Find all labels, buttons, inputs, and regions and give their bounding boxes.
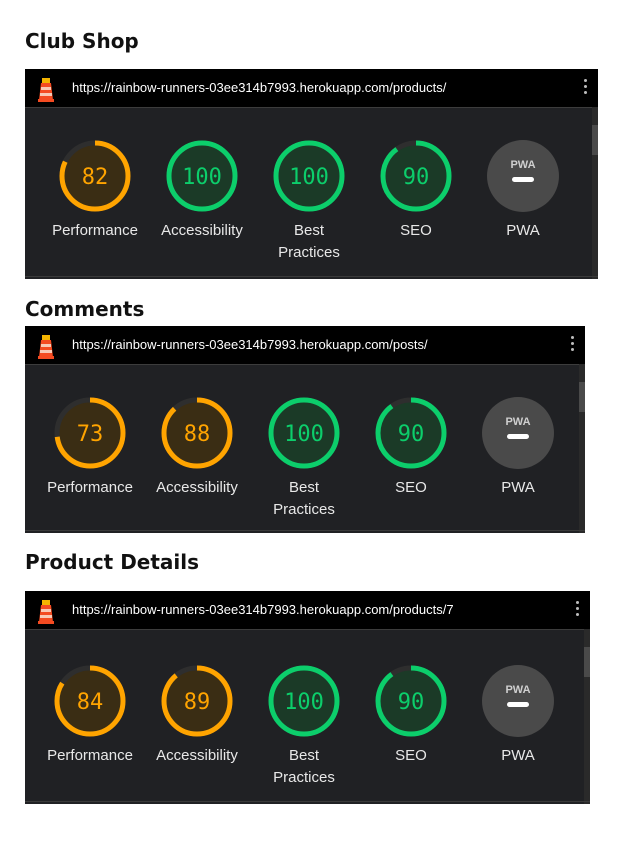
score-value: 90 [403, 165, 430, 190]
score-value: 90 [398, 690, 425, 715]
gauge-pwa[interactable]: PWA PWA [468, 138, 578, 242]
url-bar: https://rainbow-runners-03ee314b7993.her… [25, 326, 585, 365]
lighthouse-report-panel: https://rainbow-runners-03ee314b7993.her… [25, 326, 585, 533]
score-gauges: 84 Performance 89 Accessibility 100 Best Pract… [25, 629, 590, 804]
more-options-icon[interactable] [571, 336, 575, 354]
score-value: 100 [284, 690, 324, 715]
score-value: 89 [184, 690, 211, 715]
score-value: 100 [289, 165, 329, 190]
lighthouse-icon [38, 335, 54, 359]
svg-text:PWA: PWA [505, 416, 530, 428]
more-options-icon[interactable] [584, 79, 588, 97]
section-title: Club Shop [25, 29, 139, 53]
gauge-seo[interactable]: 90 SEO [361, 138, 471, 242]
more-options-icon[interactable] [576, 601, 580, 619]
gauge-label: Best Practices [273, 747, 335, 786]
gauge-accessibility[interactable]: 100 Accessibility [147, 138, 257, 242]
gauge-performance[interactable]: 82 Performance [40, 138, 150, 242]
svg-text:PWA: PWA [510, 159, 535, 171]
divider [25, 801, 590, 802]
gauge-label: Performance [52, 222, 138, 239]
gauge-pwa[interactable]: PWA PWA [463, 663, 573, 767]
lighthouse-icon [38, 78, 54, 102]
score-ring: 90 [375, 397, 447, 469]
url-bar: https://rainbow-runners-03ee314b7993.her… [25, 591, 590, 630]
score-value: 90 [398, 422, 425, 447]
lighthouse-icon [38, 600, 54, 624]
score-ring: 84 [54, 665, 126, 737]
gauge-performance[interactable]: 84 Performance [35, 663, 145, 767]
gauge-accessibility[interactable]: 88 Accessibility [142, 395, 252, 499]
gauge-label: PWA [501, 479, 535, 496]
gauge-label: Performance [47, 479, 133, 496]
pwa-badge-icon: PWA [487, 140, 559, 212]
score-value: 82 [82, 165, 109, 190]
score-ring: 100 [268, 665, 340, 737]
gauge-label: SEO [400, 222, 432, 239]
pwa-badge-icon: PWA [482, 665, 554, 737]
gauge-label: Performance [47, 747, 133, 764]
gauge-label: SEO [395, 479, 427, 496]
gauge-label: Accessibility [161, 222, 243, 239]
gauge-label: Accessibility [156, 479, 238, 496]
lighthouse-report-panel: https://rainbow-runners-03ee314b7993.her… [25, 591, 590, 804]
score-value: 100 [182, 165, 222, 190]
score-value: 88 [184, 422, 211, 447]
divider [25, 530, 585, 531]
score-value: 73 [77, 422, 104, 447]
score-ring: 100 [273, 140, 345, 212]
score-ring: 88 [161, 397, 233, 469]
page-url[interactable]: https://rainbow-runners-03ee314b7993.her… [72, 80, 446, 95]
score-gauges: 73 Performance 88 Accessibility 100 Best Pract… [25, 364, 585, 533]
gauge-pwa[interactable]: PWA PWA [463, 395, 573, 499]
score-value: 100 [284, 422, 324, 447]
gauge-seo[interactable]: 90 SEO [356, 663, 466, 767]
score-ring: 73 [54, 397, 126, 469]
svg-text:PWA: PWA [505, 684, 530, 696]
section-title: Product Details [25, 550, 200, 574]
gauge-label: PWA [506, 222, 540, 239]
section-title: Comments [25, 297, 145, 321]
score-ring: 89 [161, 665, 233, 737]
gauge-accessibility[interactable]: 89 Accessibility [142, 663, 252, 767]
lighthouse-report-panel: https://rainbow-runners-03ee314b7993.her… [25, 69, 598, 279]
pwa-badge-icon: PWA [482, 397, 554, 469]
score-ring: 100 [268, 397, 340, 469]
gauge-label: Best Practices [278, 222, 340, 261]
score-value: 84 [77, 690, 104, 715]
score-ring: 90 [380, 140, 452, 212]
page-url[interactable]: https://rainbow-runners-03ee314b7993.her… [72, 337, 428, 352]
gauge-best-practices[interactable]: 100 Best Practices [249, 395, 359, 521]
gauge-best-practices[interactable]: 100 Best Practices [254, 138, 364, 264]
url-bar: https://rainbow-runners-03ee314b7993.her… [25, 69, 598, 108]
gauge-label: Accessibility [156, 747, 238, 764]
score-gauges: 82 Performance 100 Accessibility 100 Best Prac… [25, 107, 598, 279]
score-ring: 100 [166, 140, 238, 212]
gauge-seo[interactable]: 90 SEO [356, 395, 466, 499]
gauge-label: SEO [395, 747, 427, 764]
gauge-performance[interactable]: 73 Performance [35, 395, 145, 499]
divider [25, 276, 598, 277]
gauge-label: Best Practices [273, 479, 335, 518]
score-ring: 90 [375, 665, 447, 737]
gauge-best-practices[interactable]: 100 Best Practices [249, 663, 359, 789]
gauge-label: PWA [501, 747, 535, 764]
score-ring: 82 [59, 140, 131, 212]
page-url[interactable]: https://rainbow-runners-03ee314b7993.her… [72, 602, 454, 617]
